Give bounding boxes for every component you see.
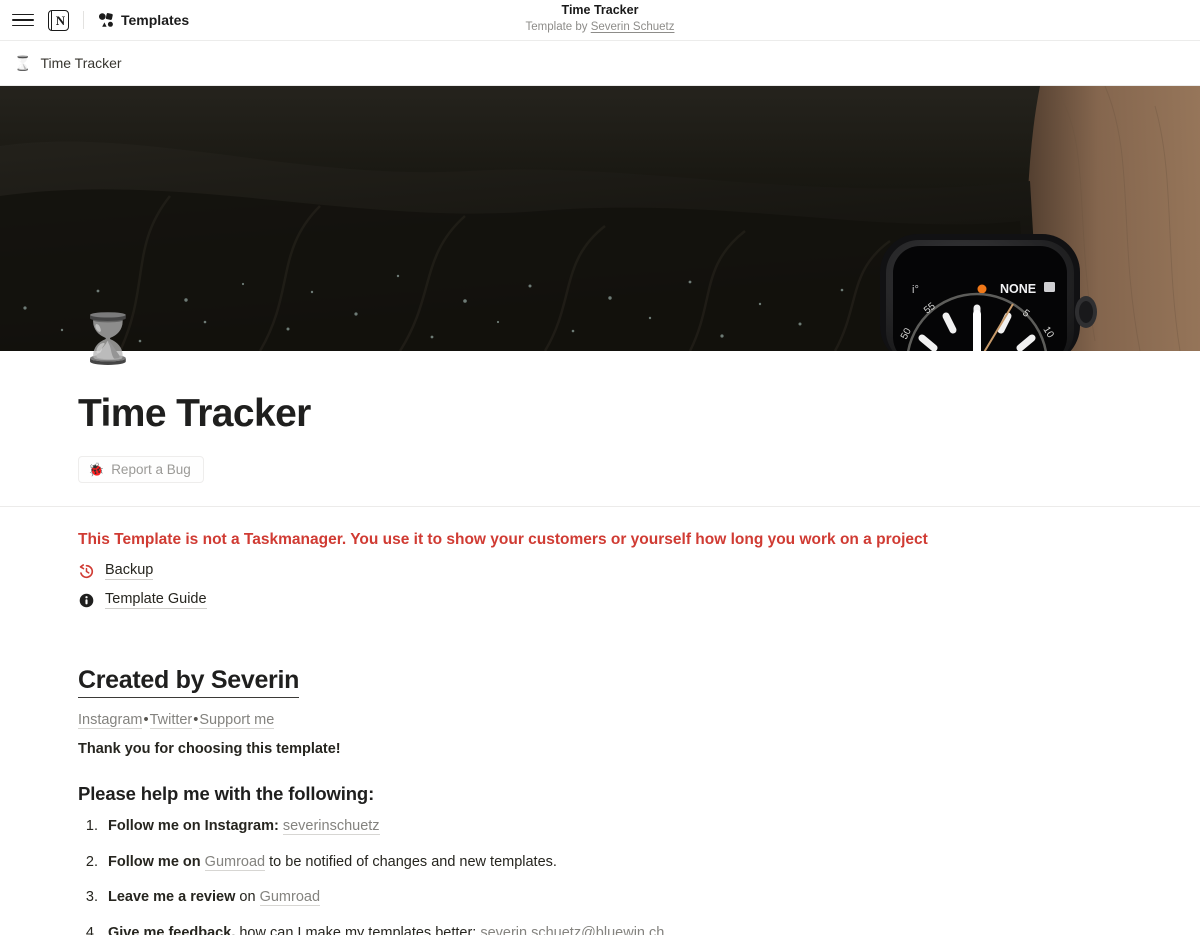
- link-separator: •: [143, 712, 149, 729]
- list-item-tail: to be notified of changes and new templa…: [265, 853, 557, 870]
- cover-image[interactable]: i° NONE 55 50 40 5 10 20: [0, 86, 1200, 351]
- thank-you-text: Thank you for choosing this template!: [78, 741, 341, 758]
- created-by-heading: Created by Severin: [78, 665, 299, 699]
- support-me-link[interactable]: Support me: [199, 712, 275, 730]
- breadcrumb-bar: ⌛ Time Tracker: [0, 40, 1200, 86]
- backup-link-row[interactable]: Backup: [78, 562, 1122, 581]
- list-item: Follow me on Gumroad to be notified of c…: [102, 853, 1122, 873]
- list-item-bold: Give me feedback,: [108, 925, 236, 935]
- breadcrumb[interactable]: ⌛ Time Tracker: [14, 55, 122, 71]
- page-content-column: ⌛ Time Tracker 🐞 Report a Bug This Templ…: [0, 313, 1200, 935]
- report-a-bug-button[interactable]: 🐞 Report a Bug: [78, 455, 204, 483]
- svg-text:NONE: NONE: [1000, 282, 1036, 296]
- breadcrumb-label: Time Tracker: [40, 55, 122, 71]
- help-list: Follow me on Instagram: severinschuetz F…: [78, 817, 1122, 935]
- warning-callout-text: This Template is not a Taskmanager. You …: [78, 530, 928, 548]
- bug-icon: 🐞: [88, 461, 105, 477]
- instagram-handle-link[interactable]: severinschuetz: [282, 818, 380, 836]
- backup-link-label: Backup: [105, 562, 154, 581]
- template-guide-link-row[interactable]: Template Guide: [78, 591, 1122, 610]
- history-backup-icon: [79, 564, 94, 578]
- feedback-email-link[interactable]: severin.schuetz@bluewin.ch: [480, 925, 665, 935]
- list-item: Give me feedback, how can I make my temp…: [102, 924, 1122, 935]
- list-item-mid: how can I make my templates better:: [235, 925, 481, 935]
- nav-divider: [83, 11, 84, 29]
- cover-illustration: i° NONE 55 50 40 5 10 20: [0, 86, 1200, 351]
- gumroad-follow-link[interactable]: Gumroad: [204, 853, 266, 871]
- svg-text:i°: i°: [912, 284, 919, 296]
- hamburger-line: [12, 13, 34, 16]
- page-title: Time Tracker: [78, 392, 311, 435]
- notion-logo-letter: N: [55, 12, 66, 28]
- gumroad-review-link[interactable]: Gumroad: [259, 889, 321, 907]
- templates-shapes-icon: [99, 13, 113, 27]
- instagram-link[interactable]: Instagram: [78, 712, 143, 730]
- templates-nav-item[interactable]: Templates: [98, 12, 189, 28]
- info-circle-icon: [79, 593, 94, 608]
- hamburger-menu-icon[interactable]: [12, 9, 34, 31]
- hamburger-line: [12, 19, 34, 21]
- twitter-link[interactable]: Twitter: [149, 712, 193, 730]
- template-author-link[interactable]: Severin Schuetz: [591, 21, 675, 33]
- content-divider: [0, 505, 1200, 507]
- template-by-label: Template by: [525, 20, 591, 33]
- hourglass-icon: ⌛: [14, 55, 32, 71]
- hourglass-page-icon[interactable]: ⌛: [78, 313, 138, 367]
- list-item: Leave me a review on Gumroad: [102, 888, 1122, 908]
- list-item-bold: Follow me on: [108, 853, 201, 870]
- list-item: Follow me on Instagram: severinschuetz: [102, 817, 1122, 837]
- notion-logo-icon[interactable]: N: [48, 9, 69, 31]
- template-guide-link-label: Template Guide: [105, 591, 207, 610]
- list-item-mid: on: [235, 889, 260, 906]
- page-body: ⌛ Time Tracker 🐞 Report a Bug This Templ…: [0, 313, 1200, 935]
- list-item-bold: Leave me a review: [108, 889, 236, 906]
- report-a-bug-label: Report a Bug: [111, 461, 191, 477]
- templates-nav-label: Templates: [121, 12, 190, 28]
- help-heading: Please help me with the following:: [78, 783, 375, 805]
- top-navigation-bar: N Templates Time Tracker Template by Sev…: [0, 0, 1200, 40]
- social-links-row: Instagram•Twitter•Support me: [78, 712, 1122, 730]
- list-item-bold: Follow me on Instagram:: [108, 818, 279, 835]
- hamburger-line: [12, 24, 34, 27]
